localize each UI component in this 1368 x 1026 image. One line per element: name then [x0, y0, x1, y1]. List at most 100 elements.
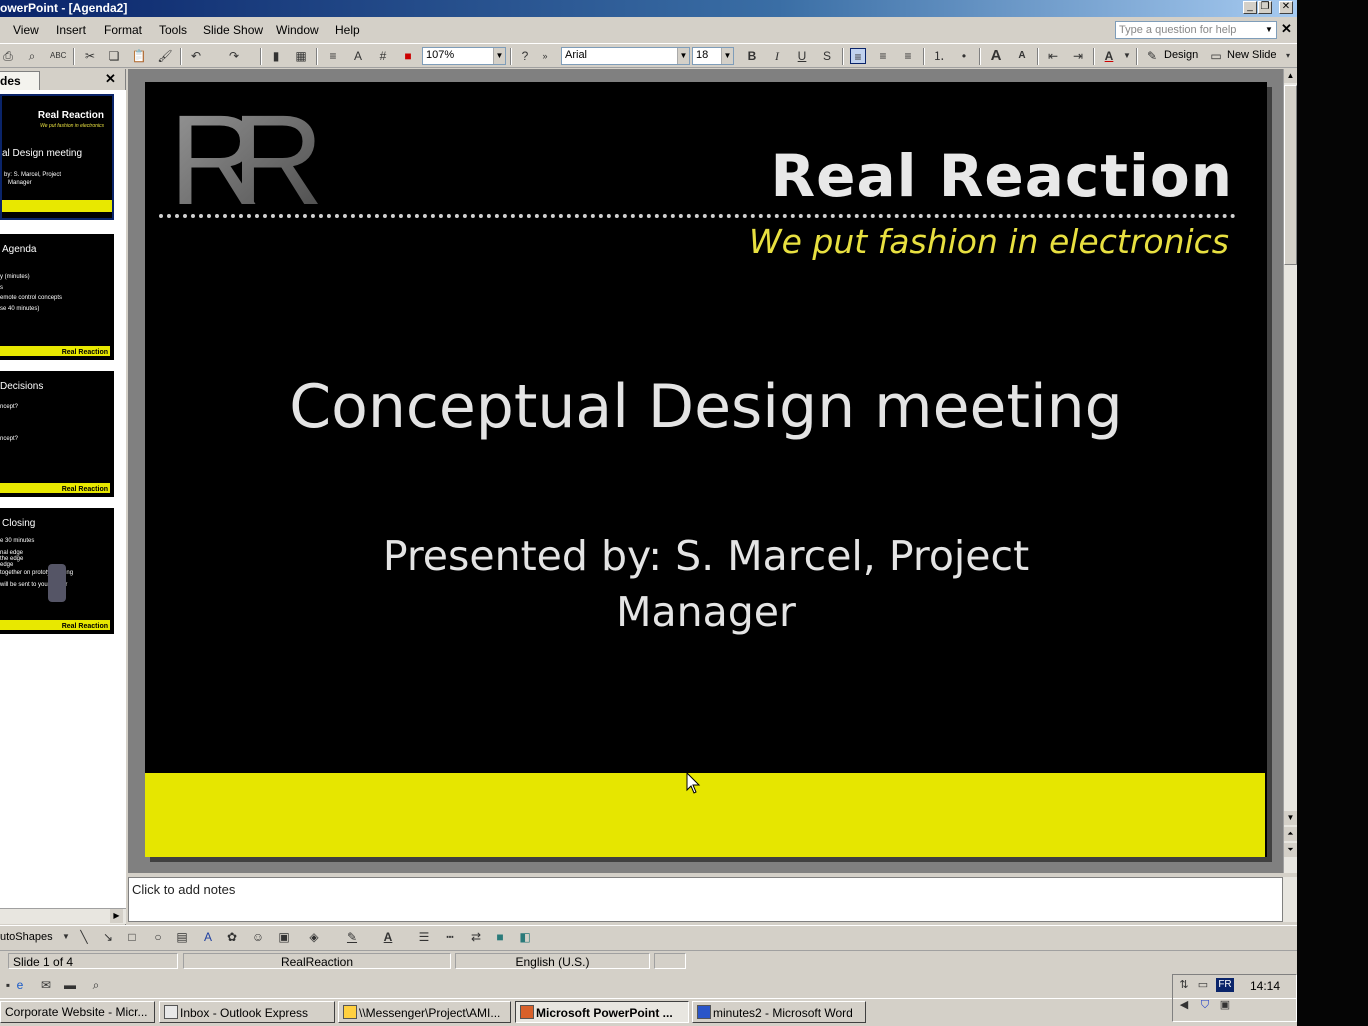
security-shield-icon[interactable]: ⛉	[1197, 997, 1213, 1013]
dash-style-icon[interactable]: ┅	[442, 929, 458, 945]
new-slide-icon[interactable]: ▭	[1208, 48, 1224, 64]
slide-thumbnail-1[interactable]: Real Reaction We put fashion in electron…	[0, 94, 114, 220]
align-center-icon[interactable]: ≡	[875, 48, 891, 64]
menu-help[interactable]: Help	[335, 23, 360, 37]
taskbar-item-powerpoint[interactable]: Microsoft PowerPoint ...	[515, 1001, 689, 1023]
underline-button[interactable]: U	[794, 48, 810, 64]
insert-picture-icon[interactable]: ▣	[276, 929, 292, 945]
scroll-right-icon[interactable]: ▶	[110, 909, 123, 923]
slides-tab[interactable]: des	[0, 71, 40, 90]
undo-icon[interactable]: ↶	[188, 48, 204, 64]
menu-tools[interactable]: Tools	[159, 23, 187, 37]
taskbar-item-word[interactable]: minutes2 - Microsoft Word	[692, 1001, 866, 1023]
notes-scrollbar[interactable]	[1283, 877, 1297, 922]
autoshapes-menu[interactable]: utoShapes	[0, 931, 53, 943]
font-color-icon[interactable]: A	[1101, 48, 1117, 64]
slide-thumbnail-2[interactable]: Agenda y (minutes) s emote control conce…	[0, 234, 114, 360]
menu-slide-show[interactable]: Slide Show	[203, 23, 263, 37]
italic-button[interactable]: I	[769, 48, 785, 64]
help-icon[interactable]: ?	[517, 48, 533, 64]
3d-style-icon[interactable]: ◧	[517, 929, 533, 945]
line-color-icon[interactable]: ✎	[344, 929, 360, 945]
volume-icon[interactable]: ◀	[1176, 997, 1192, 1013]
draw-font-color-icon[interactable]: A	[380, 929, 396, 945]
redo-icon[interactable]: ↷	[226, 48, 242, 64]
decrease-indent-icon[interactable]: ⇤	[1045, 48, 1061, 64]
close-document-button[interactable]: ✕	[1281, 21, 1292, 37]
display-settings-icon[interactable]: ▣	[1217, 997, 1233, 1013]
close-pane-icon[interactable]: ✕	[105, 71, 116, 87]
show-grid-icon[interactable]: #	[375, 48, 391, 64]
line-style-icon[interactable]: ☰	[416, 929, 432, 945]
outlook-express-icon[interactable]: ✉	[38, 977, 54, 993]
close-window-button[interactable]: ✕	[1279, 1, 1293, 14]
autoshapes-dropdown-icon[interactable]: ▼	[58, 929, 74, 945]
notes-pane[interactable]: Click to add notes	[128, 877, 1283, 922]
bold-button[interactable]: B	[744, 48, 760, 64]
align-right-icon[interactable]: ≡	[900, 48, 916, 64]
help-dropdown-arrow-icon[interactable]: ▼	[1263, 22, 1275, 37]
menu-window[interactable]: Window	[276, 23, 319, 37]
bullets-icon[interactable]: •	[956, 48, 972, 64]
design-button[interactable]: Design	[1164, 49, 1198, 61]
shadow-style-icon[interactable]: ■	[492, 929, 508, 945]
menu-insert[interactable]: Insert	[56, 23, 86, 37]
scroll-down-icon[interactable]: ▼	[1284, 811, 1297, 825]
slide-subtitle[interactable]: Presented by: S. Marcel, Project Manager	[145, 528, 1267, 640]
decrease-font-icon[interactable]: A	[1014, 48, 1030, 64]
diagram-icon[interactable]: ✿	[224, 929, 240, 945]
line-tool-icon[interactable]: ╲	[76, 929, 92, 945]
new-slide-button[interactable]: New Slide	[1227, 49, 1277, 61]
slide-thumbnail-4[interactable]: Closing e 30 minutes nal edge the edge e…	[0, 508, 114, 634]
monitor-icon[interactable]: ▭	[1195, 977, 1211, 993]
expand-all-icon[interactable]: ≡	[325, 48, 341, 64]
slide-canvas[interactable]: RR Real Reaction We put fashion in elect…	[145, 82, 1267, 857]
increase-font-icon[interactable]: A	[988, 48, 1004, 64]
internet-explorer-icon[interactable]: e	[12, 977, 28, 993]
menu-format[interactable]: Format	[104, 23, 142, 37]
insert-chart-icon[interactable]: ▮	[268, 48, 284, 64]
print-preview-icon[interactable]: ⌕	[24, 48, 40, 64]
textbox-tool-icon[interactable]: ▤	[174, 929, 190, 945]
toolbar-more-icon[interactable]: ▾	[1280, 48, 1296, 64]
font-color-dropdown-icon[interactable]: ▼	[1119, 48, 1135, 64]
arrow-tool-icon[interactable]: ↘	[100, 929, 116, 945]
language-indicator[interactable]: FR	[1216, 978, 1234, 992]
help-question-input[interactable]: Type a question for help	[1115, 21, 1277, 39]
cut-icon[interactable]: ✂	[82, 48, 98, 64]
copy-icon[interactable]: ❏	[106, 48, 122, 64]
taskbar-item-messenger-folder[interactable]: \\Messenger\Project\AMI...	[338, 1001, 511, 1023]
fill-color-icon[interactable]: ◈	[306, 929, 322, 945]
numbering-icon[interactable]: ⒈	[931, 48, 947, 64]
increase-indent-icon[interactable]: ⇥	[1070, 48, 1086, 64]
oval-tool-icon[interactable]: ○	[150, 929, 166, 945]
slide-title[interactable]: Conceptual Design meeting	[145, 372, 1267, 442]
arrow-style-icon[interactable]: ⇄	[468, 929, 484, 945]
next-slide-icon[interactable]: ⏷	[1284, 843, 1297, 857]
scroll-up-icon[interactable]: ▲	[1284, 69, 1297, 83]
wordart-icon[interactable]: A	[200, 929, 216, 945]
font-dropdown-icon[interactable]: ▼	[677, 48, 689, 64]
clip-art-icon[interactable]: ☺	[250, 929, 266, 945]
minimize-button[interactable]: _	[1243, 1, 1257, 14]
scrollbar-thumb[interactable]	[1284, 85, 1297, 265]
font-size-dropdown-icon[interactable]: ▼	[721, 48, 733, 64]
insert-table-icon[interactable]: ▦	[293, 48, 309, 64]
font-size-combo[interactable]: 18 ▼	[692, 47, 734, 65]
command-prompt-icon[interactable]: ▬	[62, 977, 78, 993]
paste-icon[interactable]: 📋	[131, 48, 147, 64]
toolbar-options-icon[interactable]: »	[537, 48, 553, 64]
format-painter-icon[interactable]: 🖌	[157, 48, 173, 64]
zoom-combo[interactable]: 107% ▼	[422, 47, 506, 65]
menu-view[interactable]: View	[13, 23, 39, 37]
print-icon[interactable]: ⎙	[0, 48, 16, 64]
show-formatting-icon[interactable]: A	[350, 48, 366, 64]
taskbar-item-corporate-website[interactable]: Corporate Website - Micr...	[0, 1001, 155, 1023]
rectangle-tool-icon[interactable]: □	[124, 929, 140, 945]
spelling-icon[interactable]: ABC	[50, 48, 66, 64]
search-icon[interactable]: ⌕	[88, 977, 104, 993]
previous-slide-icon[interactable]: ⏶	[1284, 827, 1297, 841]
network-icon[interactable]: ⇅	[1176, 977, 1192, 993]
slide-thumbnail-3[interactable]: Decisions ncept? ncept? Real Reaction	[0, 371, 114, 497]
align-left-icon[interactable]: ≡	[850, 48, 866, 64]
